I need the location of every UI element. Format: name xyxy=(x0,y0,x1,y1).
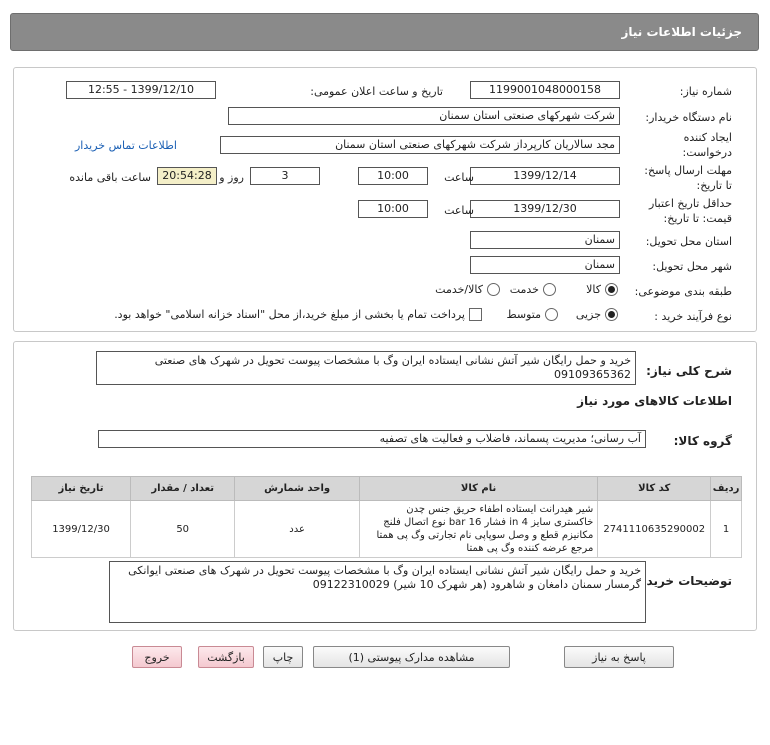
col-row: ردیف xyxy=(710,476,742,501)
summary-label: شرح کلی نیاز: xyxy=(646,364,732,378)
reply-button[interactable]: پاسخ به نیاز xyxy=(564,646,674,668)
validity-time-field: 10:00 xyxy=(358,200,428,218)
payment-option[interactable]: پرداخت تمام یا بخشی از مبلغ خرید،از محل … xyxy=(114,308,482,321)
print-button[interactable]: چاپ xyxy=(263,646,303,668)
purchase-medium-text: متوسط xyxy=(506,308,541,321)
goods-info-title: اطلاعات کالاهای مورد نیاز xyxy=(577,394,732,408)
remaining-label: ساعت باقی مانده xyxy=(69,171,151,184)
reply-time-label: ساعت xyxy=(444,171,474,184)
city-label: شهر محل تحویل: xyxy=(652,260,732,273)
category-label: طبقه بندی موضوعی: xyxy=(634,285,732,298)
category-both-text: کالا/خدمت xyxy=(435,283,483,296)
cell-unit: عدد xyxy=(234,500,360,558)
page-header: جزئیات اطلاعات نیاز xyxy=(10,13,759,51)
reply-deadline-label-2: تا تاریخ: xyxy=(696,179,732,192)
cell-qty: 50 xyxy=(130,500,236,558)
contact-info-link[interactable]: اطلاعات تماس خریدار xyxy=(75,139,177,152)
exit-button[interactable]: خروج xyxy=(132,646,182,668)
cell-date: 1399/12/30 xyxy=(30,500,132,558)
cell-row: 1 xyxy=(710,500,742,558)
requester-label: ایجاد کننده xyxy=(683,131,732,144)
reply-time-field: 10:00 xyxy=(358,167,428,185)
category-goods-option[interactable]: کالا xyxy=(586,283,618,296)
summary-field: خرید و حمل رایگان شیر آتش نشانی ایستاده … xyxy=(96,351,636,385)
goods-group-field: آب رسانی؛ مدیریت پسماند، فاضلاب و فعالیت… xyxy=(98,430,646,448)
col-qty: تعداد / مقدار xyxy=(130,476,236,501)
reply-deadline-label: مهلت ارسال پاسخ: xyxy=(644,164,732,177)
goods-table-header: ردیف کد کالا نام کالا واحد شمارش تعداد /… xyxy=(30,476,742,501)
days-label: روز و xyxy=(219,171,244,184)
validity-label-2: قیمت: تا تاریخ: xyxy=(663,212,732,225)
buyer-org-field: شرکت شهرکهای صنعتی استان سمنان xyxy=(228,107,620,125)
remaining-time-field: 20:54:28 xyxy=(157,167,217,185)
requester-field: مجد سالاریان کارپرداز شرکت شهرکهای صنعتی… xyxy=(220,136,620,154)
category-both-option[interactable]: کالا/خدمت xyxy=(435,283,500,296)
col-name: نام کالا xyxy=(358,476,599,501)
purchase-type-label: نوع فرآیند خرید : xyxy=(654,310,732,323)
cell-name: شیر هیدرانت ایستاده اطفاء حریق جنس چدن خ… xyxy=(358,500,599,558)
validity-time-label: ساعت xyxy=(444,204,474,217)
need-number-field: 1199001048000158 xyxy=(470,81,620,99)
payment-checkbox[interactable] xyxy=(469,308,482,321)
table-row: 1 2741110635290002 شیر هیدرانت ایستاده ا… xyxy=(30,500,742,558)
col-unit: واحد شمارش xyxy=(234,476,360,501)
purchase-medium-option[interactable]: متوسط xyxy=(506,308,558,321)
announce-field: 1399/12/10 - 12:55 xyxy=(66,81,216,99)
col-code: کد کالا xyxy=(597,476,712,501)
page-title: جزئیات اطلاعات نیاز xyxy=(621,25,742,39)
province-label: استان محل تحویل: xyxy=(645,235,732,248)
purchase-minor-radio[interactable] xyxy=(605,308,618,321)
requester-label-2: درخواست: xyxy=(682,146,732,159)
purchase-medium-radio[interactable] xyxy=(545,308,558,321)
category-service-text: خدمت xyxy=(509,283,539,296)
need-details-panel: شرح کلی نیاز: خرید و حمل رایگان شیر آتش … xyxy=(13,341,757,631)
category-service-radio[interactable] xyxy=(543,283,556,296)
need-info-panel: شماره نیاز: 1199001048000158 تاریخ و ساع… xyxy=(13,67,757,332)
goods-table: ردیف کد کالا نام کالا واحد شمارش تعداد /… xyxy=(30,476,742,558)
category-goods-text: کالا xyxy=(586,283,601,296)
payment-note: پرداخت تمام یا بخشی از مبلغ خرید،از محل … xyxy=(114,308,465,321)
back-button[interactable]: بازگشت xyxy=(198,646,254,668)
announce-label: تاریخ و ساعت اعلان عمومی: xyxy=(310,85,443,98)
days-field: 3 xyxy=(250,167,320,185)
category-goods-radio[interactable] xyxy=(605,283,618,296)
buyer-notes-field: خرید و حمل رایگان شیر آتش نشانی ایستاده … xyxy=(109,561,646,623)
reply-date-field: 1399/12/14 xyxy=(470,167,620,185)
buyer-org-label: نام دستگاه خریدار: xyxy=(645,111,732,124)
col-date: تاریخ نیاز xyxy=(30,476,132,501)
category-service-option[interactable]: خدمت xyxy=(510,283,556,296)
province-field: سمنان xyxy=(470,231,620,249)
need-number-label: شماره نیاز: xyxy=(679,85,732,98)
validity-date-field: 1399/12/30 xyxy=(470,200,620,218)
validity-label: حداقل تاریخ اعتبار xyxy=(648,197,732,210)
cell-code: 2741110635290002 xyxy=(597,500,712,558)
attachments-button[interactable]: مشاهده مدارک پیوستی (1) xyxy=(313,646,510,668)
category-both-radio[interactable] xyxy=(487,283,500,296)
purchase-minor-text: جزیی xyxy=(575,308,601,321)
purchase-minor-option[interactable]: جزیی xyxy=(576,308,618,321)
goods-group-label: گروه کالا: xyxy=(673,434,732,448)
city-field: سمنان xyxy=(470,256,620,274)
